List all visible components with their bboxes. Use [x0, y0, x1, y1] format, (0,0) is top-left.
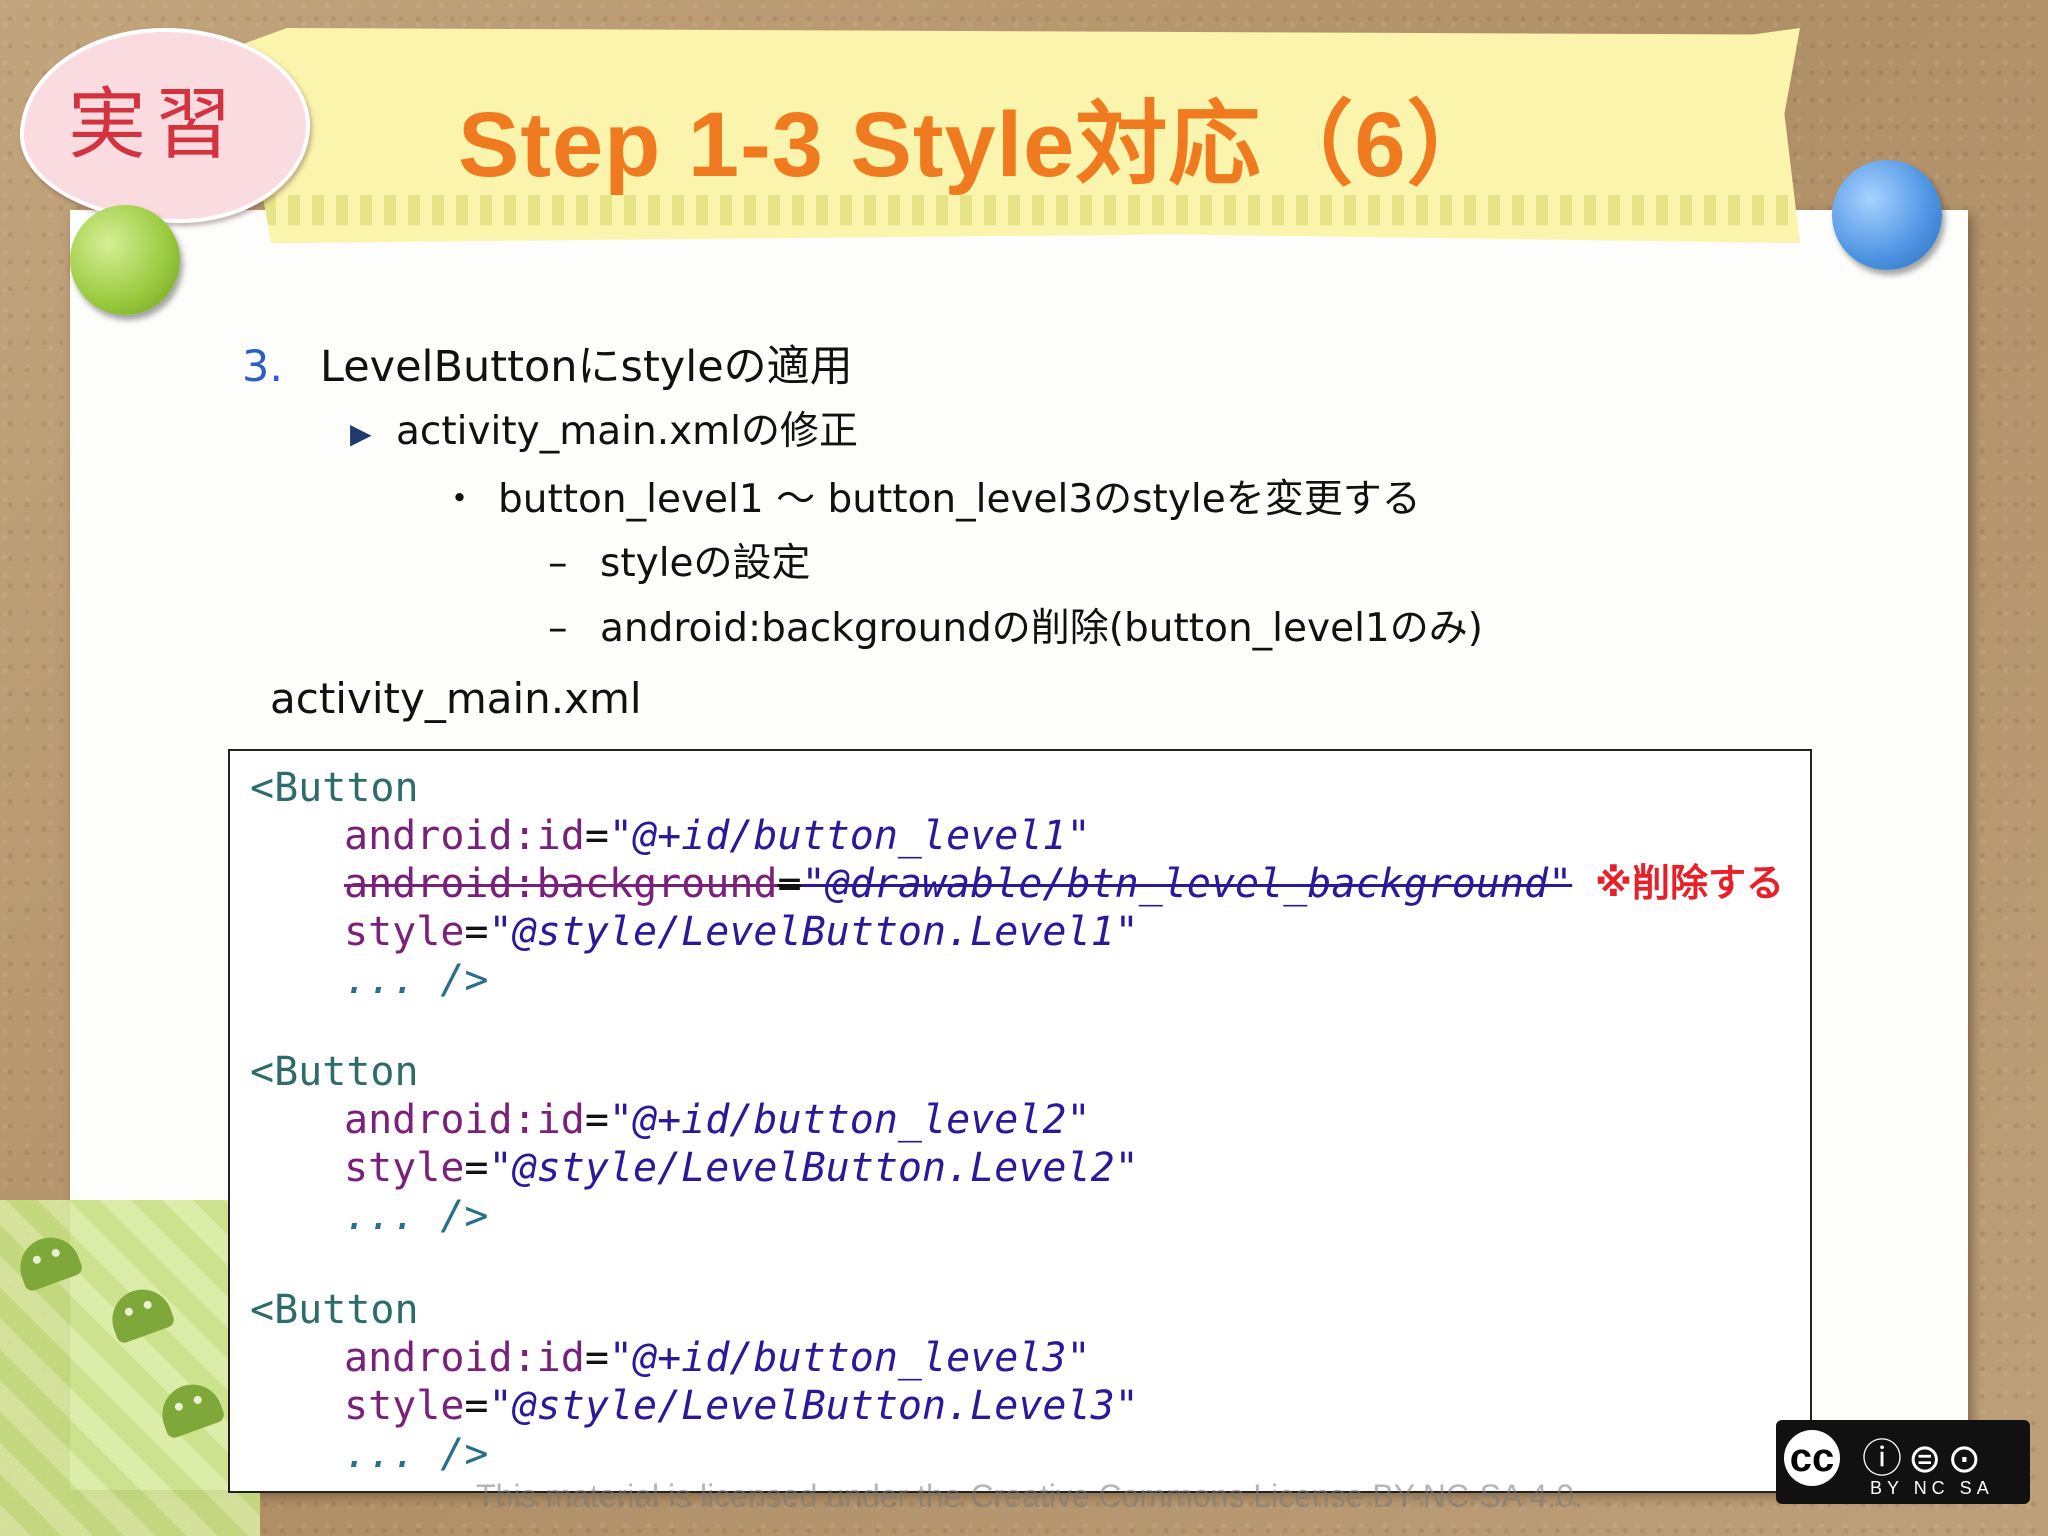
code-equals: =	[584, 1335, 609, 1381]
code-equals: =	[464, 1145, 489, 1191]
code-attr: android:id	[344, 1335, 585, 1381]
code-tag: <Button	[250, 1287, 419, 1333]
code-line: android:id="@+id/button_level3"	[344, 1335, 1091, 1381]
code-value: "@style/LevelButton.Level1"	[488, 909, 1139, 955]
code-close: ... />	[344, 1431, 489, 1477]
code-equals: =	[777, 861, 802, 907]
delete-note: ※削除する	[1595, 861, 1784, 905]
code-value: "@+id/button_level3"	[608, 1335, 1091, 1381]
outline-text: android:backgroundの削除(button_level1のみ)	[600, 606, 1483, 651]
license-text: This material is licensed under the Crea…	[476, 1478, 1583, 1514]
outline-text: styleの設定	[600, 541, 811, 586]
code-equals: =	[584, 813, 609, 859]
code-close: ... />	[344, 957, 489, 1003]
green-pin-icon	[70, 205, 180, 315]
code-value: "@+id/button_level2"	[608, 1097, 1091, 1143]
code-line: style="@style/LevelButton.Level3"	[344, 1383, 1139, 1429]
code-block: <Button android:id="@+id/button_level1" …	[228, 749, 1812, 1493]
code-filename: activity_main.xml	[270, 674, 642, 723]
outline-item-1: 3. LevelButtonにstyleの適用	[242, 332, 853, 394]
code-line: style="@style/LevelButton.Level1"	[344, 909, 1139, 955]
practice-badge-label: 実習	[68, 80, 241, 170]
code-attr: android:id	[344, 813, 585, 859]
triangle-bullet-icon: ▶	[350, 417, 372, 450]
slide-title: Step 1-3 Style対応（6）	[458, 94, 1500, 196]
code-value: "@style/LevelButton.Level2"	[488, 1145, 1139, 1191]
code-equals: =	[584, 1097, 609, 1143]
code-attr: style	[344, 909, 465, 955]
code-close: ... />	[344, 1193, 489, 1239]
code-line-struck: android:background="@drawable/btn_level_…	[344, 861, 1572, 907]
dash-bullet: –	[548, 606, 568, 651]
code-attr: android:id	[344, 1097, 585, 1143]
cc-license-badge: cc ⓘ⊜⊙ BY NC SA	[1776, 1420, 2030, 1504]
outline-item-2: ▶ activity_main.xmlの修正	[350, 400, 858, 456]
code-equals: =	[464, 909, 489, 955]
dot-bullet: ・	[440, 477, 480, 522]
code-attr: android:background	[344, 861, 778, 907]
by-nc-sa-icon: ⓘ⊜⊙	[1862, 1436, 1988, 1482]
code-tag: <Button	[250, 765, 419, 811]
code-equals: =	[464, 1383, 489, 1429]
outline-item-3: ・ button_level1 〜 button_level3のstyleを変更す…	[440, 468, 1421, 524]
outline-item-5: – android:backgroundの削除(button_level1のみ)	[548, 597, 1483, 653]
blue-pin-icon	[1832, 160, 1942, 270]
code-line: style="@style/LevelButton.Level2"	[344, 1145, 1139, 1191]
outline-text: LevelButtonにstyleの適用	[320, 342, 853, 392]
code-tag: <Button	[250, 1049, 419, 1095]
code-line: android:id="@+id/button_level2"	[344, 1097, 1091, 1143]
outline-text: button_level1 〜 button_level3のstyleを変更する	[498, 477, 1421, 522]
code-value: "@+id/button_level1"	[608, 813, 1091, 859]
dash-bullet: –	[548, 541, 568, 586]
cc-logo-icon: cc	[1784, 1430, 1840, 1486]
code-value: "@drawable/btn_level_background"	[801, 861, 1573, 907]
cc-labels: BY NC SA	[1870, 1478, 1994, 1498]
code-line: android:id="@+id/button_level1"	[344, 813, 1091, 859]
outline-number: 3.	[242, 342, 284, 392]
code-value: "@style/LevelButton.Level3"	[488, 1383, 1139, 1429]
code-attr: style	[344, 1383, 465, 1429]
code-attr: style	[344, 1145, 465, 1191]
outline-item-4: – styleの設定	[548, 532, 811, 588]
outline-text: activity_main.xmlの修正	[396, 409, 859, 454]
